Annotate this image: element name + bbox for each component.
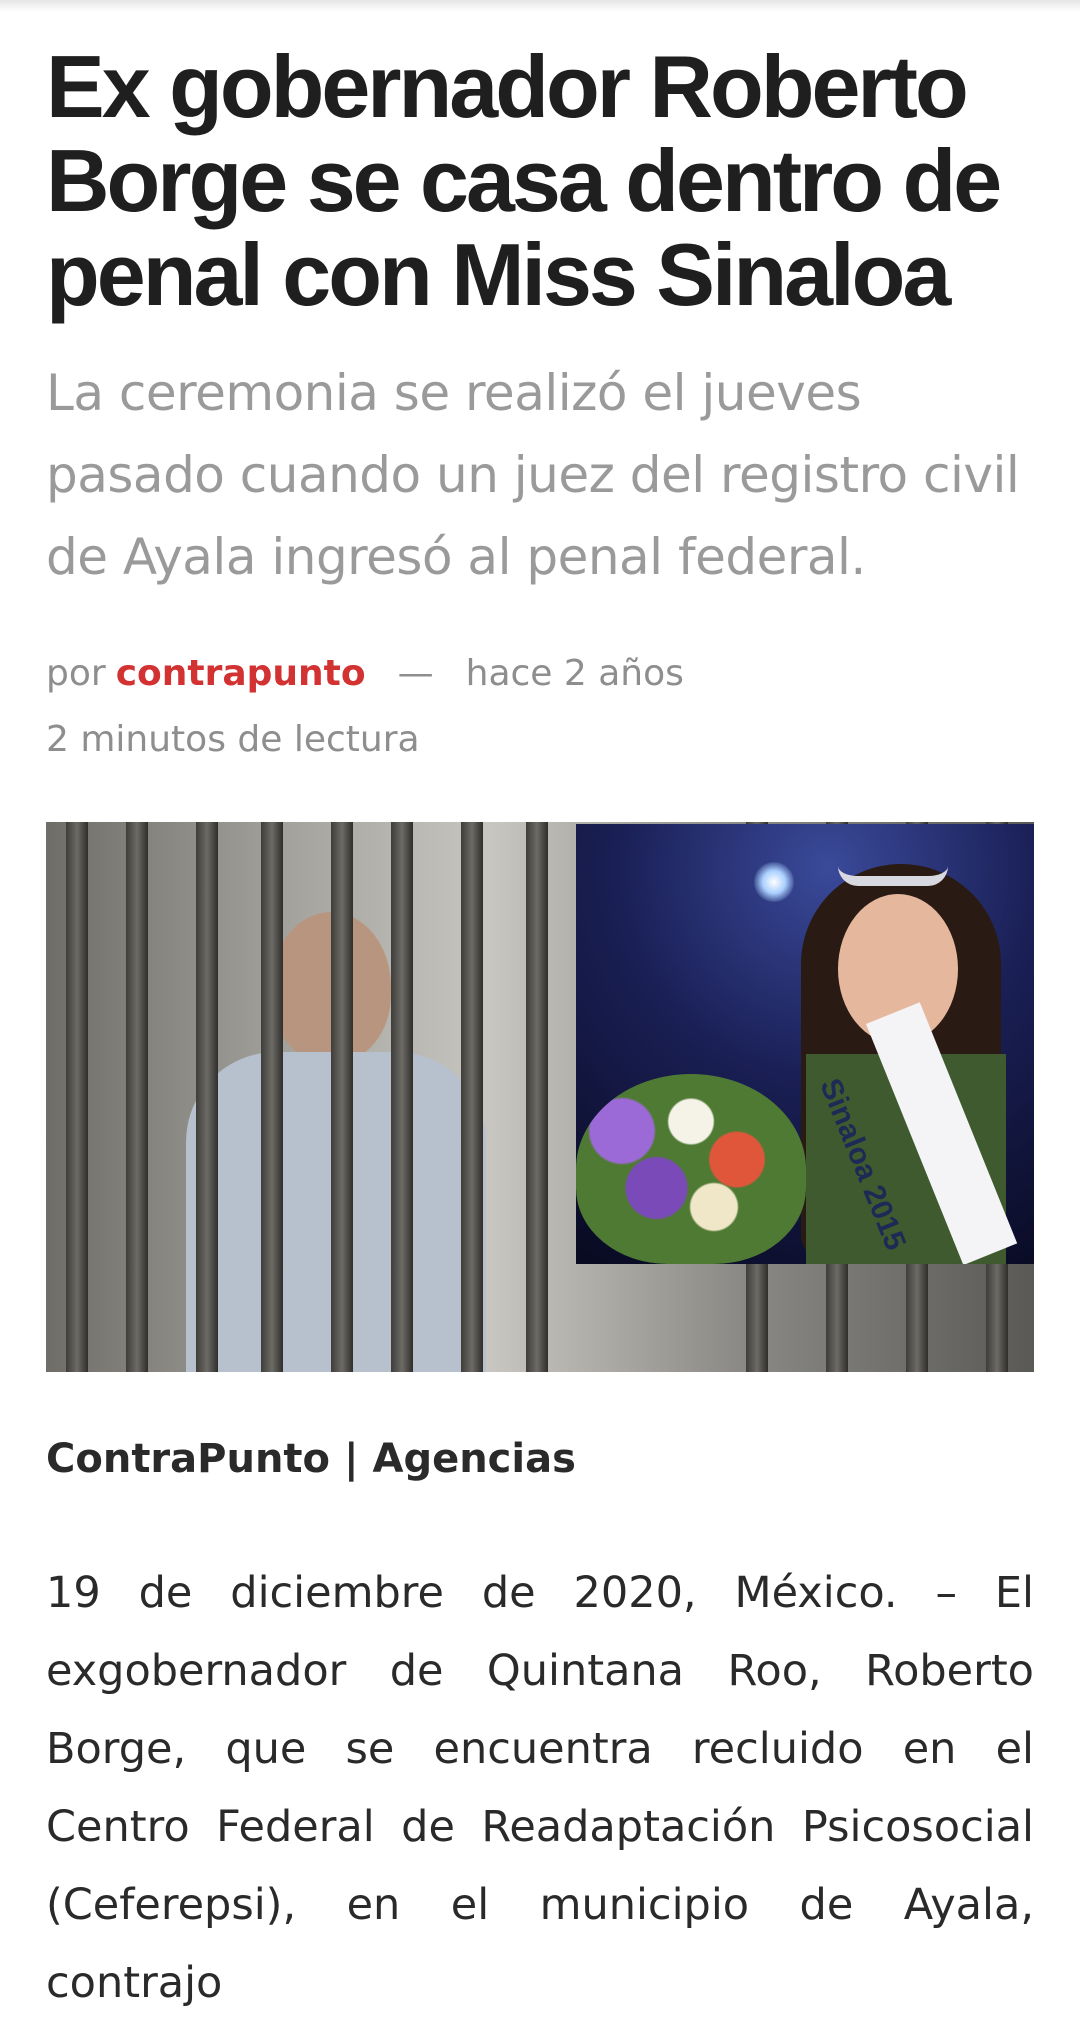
article-subtitle: La ceremonia se realizó el jueves pasado… <box>46 364 1020 586</box>
read-time: 2 minutos de lectura <box>46 719 420 760</box>
article-byline: ContraPunto | Agencias <box>46 1436 576 1482</box>
article-headline: Ex gobernador Roberto Borge se casa dent… <box>46 37 1002 324</box>
stage-light <box>754 862 794 902</box>
article-image[interactable]: Sinaloa 2015 <box>46 822 1034 1372</box>
author-prefix: por <box>46 653 106 694</box>
article: Ex gobernador Roberto Borge se casa dent… <box>46 40 1034 2022</box>
pageant-photo: Sinaloa 2015 <box>576 824 1034 1264</box>
author-link[interactable]: contrapunto <box>116 652 366 696</box>
article-body: 19 de diciembre de 2020, México. – El ex… <box>46 1568 1034 2008</box>
meta-separator: — <box>397 653 434 694</box>
publish-time: hace 2 años <box>465 653 684 694</box>
crown-icon <box>838 826 948 886</box>
top-edge-shadow <box>0 0 1080 12</box>
flower-bouquet <box>576 1074 806 1264</box>
article-meta: por contrapunto — hace 2 años <box>46 652 1034 696</box>
